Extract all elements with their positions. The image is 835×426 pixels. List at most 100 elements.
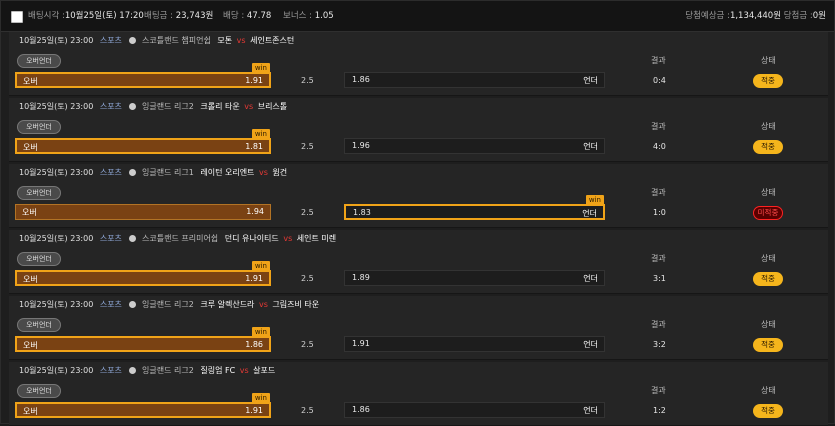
sport-label: 스포츠 (99, 168, 122, 177)
handicap-line: 2.5 (301, 406, 314, 415)
league-name: 스코틀랜드 프리미어쉽 (142, 234, 219, 243)
under-label: 언더 (582, 209, 597, 218)
league-name: 잉글랜드 리그1 (142, 168, 194, 177)
vs-label: vs (258, 300, 268, 309)
under-button[interactable]: 1.86 언더 (344, 72, 605, 88)
soccer-ball-icon (129, 169, 137, 176)
select-checkbox[interactable] (11, 11, 23, 23)
market-tag: 오버언더 (17, 54, 61, 68)
over-button[interactable]: 오버 1.91 win (15, 393, 271, 418)
soccer-ball-icon (129, 103, 137, 110)
handicap-line: 2.5 (301, 76, 314, 85)
handicap-line: 2.5 (301, 340, 314, 349)
win-marker: win (585, 195, 604, 205)
under-odds: 1.96 (352, 141, 370, 150)
handicap-line: 2.5 (301, 274, 314, 283)
away-team: 윔건 (272, 168, 288, 177)
over-odds: 1.86 (245, 340, 263, 349)
result-header: 결과 (651, 56, 666, 65)
bet-slip-panel: 배팅시각 :10월25일(토) 17:20 배팅금 : 23,743원 배당 :… (0, 0, 835, 426)
under-button[interactable]: 1.86 언더 (344, 402, 605, 418)
away-team: 세인트 미렌 (296, 234, 337, 243)
status-badge: 미적중 (753, 206, 783, 220)
result-score: 1:0 (653, 208, 666, 217)
status-badge: 적중 (753, 140, 783, 154)
bet-row: 10월25일(토) 23:00 스포츠 잉글랜드 리그1 레이턴 오리엔트 vs… (9, 164, 828, 228)
market-tag: 오버언더 (17, 384, 61, 398)
home-team: 크롤리 타운 (200, 102, 240, 111)
handicap-line: 2.5 (301, 142, 314, 151)
result-header: 결과 (651, 386, 666, 395)
win-marker: win (251, 129, 270, 139)
under-button[interactable]: 1.83 언더 win (344, 195, 605, 220)
result-score: 3:1 (653, 274, 666, 283)
over-odds: 1.81 (245, 142, 263, 151)
over-label: 오버 (23, 77, 38, 86)
status-badge: 적중 (753, 338, 783, 352)
under-label: 언더 (583, 142, 598, 151)
over-odds: 1.91 (245, 274, 263, 283)
vs-label: vs (239, 366, 249, 375)
soccer-ball-icon (129, 235, 137, 242)
home-team: 질링엄 FC (200, 366, 236, 375)
over-odds: 1.91 (245, 406, 263, 415)
result-header: 결과 (651, 122, 666, 131)
over-label: 오버 (23, 407, 38, 416)
over-odds: 1.94 (246, 207, 264, 216)
away-team: 세인트존스턴 (250, 36, 295, 45)
under-odds: 1.83 (353, 208, 371, 217)
over-label: 오버 (23, 143, 38, 152)
home-team: 모톤 (217, 36, 233, 45)
league-name: 잉글랜드 리그2 (142, 300, 194, 309)
under-button[interactable]: 1.96 언더 (344, 138, 605, 154)
result-score: 4:0 (653, 142, 666, 151)
status-badge: 적중 (753, 74, 783, 88)
match-datetime: 10월25일(토) 23:00 (19, 234, 94, 243)
match-datetime: 10월25일(토) 23:00 (19, 36, 94, 45)
market-tag: 오버언더 (17, 186, 61, 200)
sport-label: 스포츠 (99, 36, 122, 45)
soccer-ball-icon (129, 367, 137, 374)
over-button[interactable]: 오버 1.91 win (15, 261, 271, 286)
result-score: 1:2 (653, 406, 666, 415)
market-tag: 오버언더 (17, 252, 61, 266)
bet-row: 10월25일(토) 23:00 스포츠 잉글랜드 리그2 크롤리 타운 vs 브… (9, 98, 828, 162)
soccer-ball-icon (129, 37, 137, 44)
over-button[interactable]: 오버 1.94 (15, 204, 271, 220)
bet-amount: 배팅금 : 23,743원 (144, 11, 214, 21)
under-odds: 1.86 (352, 75, 370, 84)
league-name: 잉글랜드 리그2 (142, 102, 194, 111)
sport-label: 스포츠 (99, 234, 122, 243)
over-button[interactable]: 오버 1.91 win (15, 63, 271, 88)
status-header: 상태 (761, 188, 776, 197)
under-label: 언더 (583, 274, 598, 283)
under-odds: 1.89 (352, 273, 370, 282)
status-header: 상태 (761, 320, 776, 329)
vs-label: vs (236, 36, 246, 45)
bet-row: 10월25일(토) 23:00 스포츠 잉글랜드 리그2 크루 알렉산드라 vs… (9, 296, 828, 360)
over-label: 오버 (23, 275, 38, 284)
under-label: 언더 (583, 406, 598, 415)
over-button[interactable]: 오버 1.86 win (15, 327, 271, 352)
bet-row: 10월25일(토) 23:00 스포츠 스코틀랜드 챔피언쉽 모톤 vs 세인트… (9, 32, 828, 96)
under-label: 언더 (583, 340, 598, 349)
status-badge: 적중 (753, 404, 783, 418)
vs-label: vs (258, 168, 268, 177)
match-header: 10월25일(토) 23:00 스포츠 잉글랜드 리그2 질링엄 FC vs 살… (19, 365, 275, 376)
match-datetime: 10월25일(토) 23:00 (19, 168, 94, 177)
payout-summary: 당첨예상금 :1,134,440원 당첨금 :0원 (685, 11, 826, 21)
over-button[interactable]: 오버 1.81 win (15, 129, 271, 154)
win-marker: win (251, 63, 270, 73)
market-tag: 오버언더 (17, 318, 61, 332)
under-button[interactable]: 1.89 언더 (344, 270, 605, 286)
status-header: 상태 (761, 254, 776, 263)
over-odds: 1.91 (245, 76, 263, 85)
status-badge: 적중 (753, 272, 783, 286)
home-team: 던디 유나이티드 (224, 234, 279, 243)
vs-label: vs (244, 102, 254, 111)
sport-label: 스포츠 (99, 300, 122, 309)
bet-bonus: 보너스 : 1.05 (283, 11, 334, 21)
home-team: 크루 알렉산드라 (200, 300, 255, 309)
under-button[interactable]: 1.91 언더 (344, 336, 605, 352)
status-header: 상태 (761, 56, 776, 65)
